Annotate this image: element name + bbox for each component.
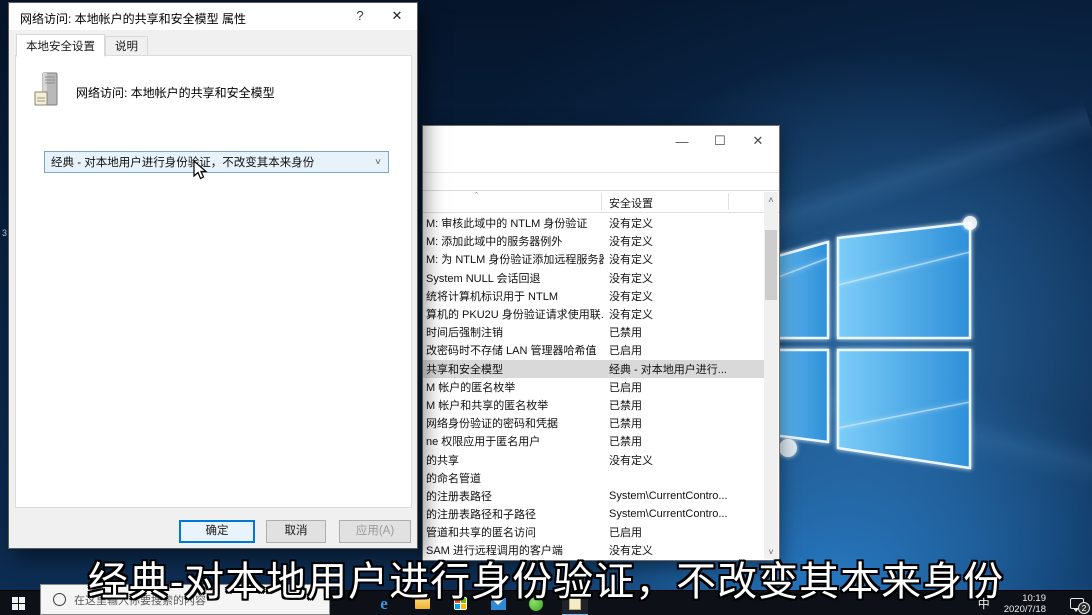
tab-explain[interactable]: 说明 [105, 36, 148, 56]
policy-value-cell: 已禁用 [604, 397, 734, 413]
column-separator[interactable] [601, 193, 602, 210]
policy-value-cell: 没有定义 [604, 270, 734, 286]
table-row[interactable]: M: 添加此域中的服务器例外没有定义 [423, 232, 764, 250]
local-security-policy-window: — ☐ ✕ ˆ 安全设置 M: 审核此域中的 NTLM 身份验证没有定义M: 添… [422, 125, 780, 561]
policy-name-cell: 管道和共享的匿名访问 [423, 524, 604, 540]
table-row[interactable]: 的注册表路径System\CurrentContro... [423, 487, 764, 505]
close-icon[interactable]: ✕ [379, 3, 415, 29]
column-separator[interactable] [728, 193, 729, 210]
apply-button[interactable]: 应用(A) [339, 520, 411, 543]
sort-asc-icon: ˆ [475, 191, 478, 201]
policy-value-cell: 没有定义 [604, 452, 734, 468]
table-row[interactable]: 网络身份验证的密码和凭据已禁用 [423, 414, 764, 432]
tab-page: 网络访问: 本地帐户的共享和安全模型 经典 - 对本地用户进行身份验证，不改变其… [15, 55, 412, 508]
policy-value-cell: 已禁用 [604, 324, 734, 340]
column-header-security-setting[interactable]: 安全设置 [609, 195, 653, 211]
list-column-header[interactable]: ˆ 安全设置 [423, 191, 779, 213]
policy-name-cell: 的共享 [423, 452, 604, 468]
table-row[interactable]: 改密码时不存储 LAN 管理器哈希值已启用 [423, 341, 764, 359]
table-row[interactable]: 统将计算机标识用于 NTLM没有定义 [423, 287, 764, 305]
policy-name-cell: M: 添加此域中的服务器例外 [423, 233, 604, 249]
table-row[interactable]: 的注册表路径和子路径System\CurrentContro... [423, 505, 764, 523]
table-row[interactable]: 的命名管道 [423, 469, 764, 487]
policy-value-dropdown[interactable]: 经典 - 对本地用户进行身份验证，不改变其本来身份 ˅ [44, 151, 389, 173]
policy-name-cell: M: 为 NTLM 身份验证添加远程服务器... [423, 251, 604, 267]
policy-server-icon [33, 72, 63, 110]
tab-local-security-setting[interactable]: 本地安全设置 [16, 34, 105, 57]
policy-name-cell: 的注册表路径和子路径 [423, 506, 604, 522]
video-subtitle: 经典-对本地用户进行身份验证，不改变其本来身份 [0, 549, 1092, 607]
policy-value-cell: 没有定义 [604, 306, 734, 322]
policy-name-cell: 时间后强制注销 [423, 324, 604, 340]
policy-value-cell: 没有定义 [604, 288, 734, 304]
dialog-title: 网络访问: 本地帐户的共享和安全模型 属性 [20, 10, 246, 27]
table-row[interactable]: M 帐户和共享的匿名枚举已禁用 [423, 396, 764, 414]
policy-name-cell: 的命名管道 [423, 470, 604, 486]
policy-rows: M: 审核此域中的 NTLM 身份验证没有定义M: 添加此域中的服务器例外没有定… [423, 214, 764, 559]
table-row[interactable]: M: 审核此域中的 NTLM 身份验证没有定义 [423, 214, 764, 232]
table-row[interactable]: 管道和共享的匿名访问已启用 [423, 523, 764, 541]
desktop-icon-label-fragment: 3 [2, 228, 7, 238]
policy-name-cell: M: 审核此域中的 NTLM 身份验证 [423, 215, 604, 231]
policy-name-cell: 共享和安全模型 [423, 361, 604, 377]
scrollbar-thumb[interactable] [765, 230, 777, 300]
table-row[interactable]: M: 为 NTLM 身份验证添加远程服务器...没有定义 [423, 250, 764, 268]
policy-name-cell: M 帐户的匿名枚举 [423, 379, 604, 395]
toolbar [423, 173, 779, 191]
close-icon[interactable]: ✕ [739, 128, 777, 154]
table-row[interactable]: 的共享没有定义 [423, 450, 764, 468]
scroll-up-icon[interactable]: ˄ [764, 192, 778, 207]
maximize-icon[interactable]: ☐ [701, 128, 739, 154]
policy-value-cell: 已启用 [604, 524, 734, 540]
policy-name-cell: 的注册表路径 [423, 488, 604, 504]
table-row[interactable]: 时间后强制注销已禁用 [423, 323, 764, 341]
mouse-cursor [193, 160, 208, 181]
policy-value-cell: System\CurrentContro... [604, 508, 734, 520]
policy-value-cell: 没有定义 [604, 233, 734, 249]
policy-name-cell: 网络身份验证的密码和凭据 [423, 415, 604, 431]
menu-bar [423, 160, 779, 173]
table-row[interactable]: 算机的 PKU2U 身份验证请求使用联...没有定义 [423, 305, 764, 323]
properties-dialog: 网络访问: 本地帐户的共享和安全模型 属性 ? ✕ 本地安全设置 说明 网络访问… [8, 2, 418, 549]
policy-value-cell: 已启用 [604, 379, 734, 395]
policy-value-cell: 已禁用 [604, 415, 734, 431]
policy-name-cell: 算机的 PKU2U 身份验证请求使用联... [423, 306, 604, 322]
dialog-tabs: 本地安全设置 说明 [16, 34, 148, 56]
help-icon[interactable]: ? [343, 3, 377, 29]
cancel-button[interactable]: 取消 [266, 520, 326, 543]
policy-value-cell: 已禁用 [604, 433, 734, 449]
policy-window-titlebar: — ☐ ✕ [423, 126, 779, 160]
dialog-titlebar: 网络访问: 本地帐户的共享和安全模型 属性 ? ✕ [9, 3, 417, 30]
table-row[interactable]: 共享和安全模型经典 - 对本地用户进行... [423, 360, 764, 378]
dialog-button-row: 确定 取消 应用(A) [9, 520, 417, 544]
policy-name-cell: 改密码时不存储 LAN 管理器哈希值 [423, 342, 604, 358]
policy-name-cell: M 帐户和共享的匿名枚举 [423, 397, 604, 413]
vertical-scrollbar[interactable]: ˄ ˅ [764, 192, 778, 559]
policy-name-heading: 网络访问: 本地帐户的共享和安全模型 [76, 84, 275, 101]
chevron-down-icon: ˅ [368, 157, 388, 168]
table-row[interactable]: ne 权限应用于匿名用户已禁用 [423, 432, 764, 450]
policy-name-cell: ne 权限应用于匿名用户 [423, 433, 604, 449]
policy-name-cell: 统将计算机标识用于 NTLM [423, 288, 604, 304]
minimize-icon[interactable]: — [663, 128, 701, 154]
table-row[interactable]: M 帐户的匿名枚举已启用 [423, 378, 764, 396]
policy-value-cell: 经典 - 对本地用户进行... [604, 361, 734, 377]
policy-value-cell: System\CurrentContro... [604, 490, 734, 502]
policy-value-cell: 没有定义 [604, 251, 734, 267]
policy-value-cell: 没有定义 [604, 215, 734, 231]
table-row[interactable]: System NULL 会话回退没有定义 [423, 269, 764, 287]
ok-button[interactable]: 确定 [179, 520, 255, 543]
policy-value-cell: 已启用 [604, 342, 734, 358]
policy-name-cell: System NULL 会话回退 [423, 270, 604, 286]
